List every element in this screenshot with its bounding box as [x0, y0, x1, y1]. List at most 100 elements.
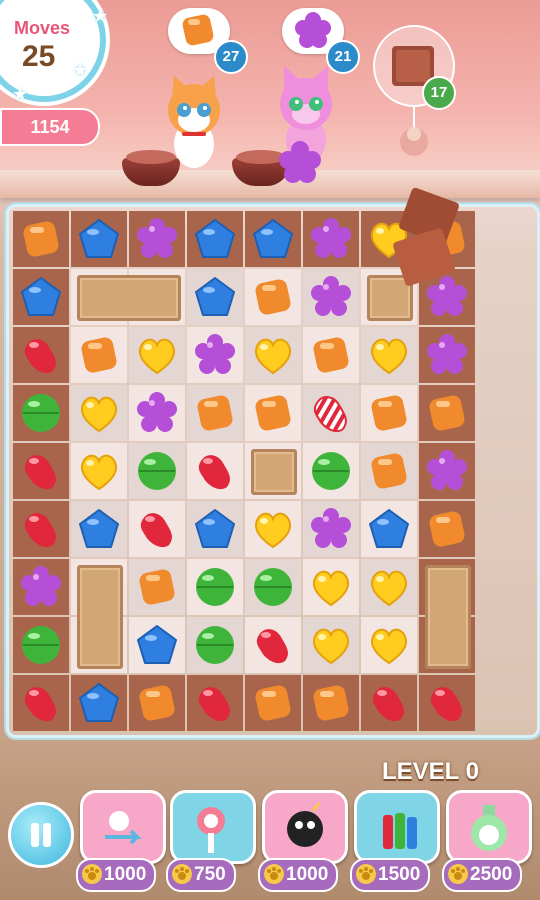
orange-candy-icon [255, 685, 291, 721]
board-cell[interactable] [71, 385, 127, 441]
board-cell[interactable] [245, 675, 301, 731]
star-icon: ★ [72, 60, 89, 81]
yellow-candy-icon [371, 570, 407, 607]
booster-button[interactable] [170, 790, 256, 864]
flying-box-icon [393, 187, 459, 286]
lollipop-hammer-icon [197, 807, 225, 853]
booster-price-value: 2500 [470, 864, 513, 885]
board-cell[interactable] [303, 617, 359, 673]
green-candy-icon [312, 452, 350, 490]
booster-price-value: 1000 [286, 864, 329, 885]
purple-candy-icon [311, 276, 351, 316]
board-cell[interactable] [187, 211, 243, 267]
booster-button[interactable] [446, 790, 532, 864]
paw-coin-icon [356, 864, 376, 884]
board-cell[interactable] [13, 385, 69, 441]
board-cell[interactable] [361, 675, 417, 731]
board-cell[interactable] [303, 385, 359, 441]
yellow-candy-icon [371, 338, 407, 375]
board-cell[interactable] [13, 327, 69, 383]
booster-price-value: 1000 [104, 864, 147, 885]
green-candy-icon [22, 626, 60, 664]
board-cell[interactable] [245, 385, 301, 441]
board-cell[interactable] [361, 559, 417, 615]
orange-candy-icon [81, 337, 117, 373]
board-cell[interactable] [303, 559, 359, 615]
board-cell[interactable] [245, 501, 301, 557]
board-cell[interactable] [245, 211, 301, 267]
board-cell[interactable] [129, 675, 185, 731]
yellow-candy-icon [371, 628, 407, 665]
board-cell[interactable] [13, 559, 69, 615]
star-icon: ★ [92, 6, 109, 27]
board-cell[interactable] [419, 501, 475, 557]
orange-candy-icon [429, 395, 465, 431]
booster-price-value: 750 [194, 864, 226, 885]
board-cell[interactable] [187, 385, 243, 441]
board-cell[interactable] [71, 443, 127, 499]
booster-button[interactable] [262, 790, 348, 864]
board-cell[interactable] [71, 675, 127, 731]
star-icon: ★ [12, 84, 29, 105]
board-cell[interactable] [13, 269, 69, 325]
green-candy-icon [254, 568, 292, 606]
board-cell[interactable] [245, 269, 301, 325]
board-cell[interactable] [71, 211, 127, 267]
board-cell[interactable] [187, 269, 243, 325]
board-cell[interactable] [419, 675, 475, 731]
board-cell[interactable] [361, 501, 417, 557]
score-display: 1154 [0, 108, 100, 146]
board-cell[interactable] [187, 675, 243, 731]
booster-button[interactable] [354, 790, 440, 864]
booster-button[interactable] [80, 790, 166, 864]
yellow-candy-icon [139, 338, 175, 375]
red-candy-icon [24, 455, 56, 490]
board-cell[interactable] [187, 443, 243, 499]
board-cell[interactable] [419, 327, 475, 383]
board-cell[interactable] [13, 675, 69, 731]
board-cell[interactable] [303, 443, 359, 499]
board-cell[interactable] [129, 501, 185, 557]
green-candy-icon [138, 452, 176, 490]
board-cell[interactable] [71, 327, 127, 383]
board-cell[interactable] [129, 617, 185, 673]
board-cell[interactable] [129, 327, 185, 383]
board-cell[interactable] [303, 501, 359, 557]
board-cell[interactable] [361, 327, 417, 383]
board-cell[interactable] [303, 211, 359, 267]
blue-candy-icon [369, 509, 409, 548]
board-cell[interactable] [361, 443, 417, 499]
board-cell[interactable] [129, 385, 185, 441]
board-cell[interactable] [187, 501, 243, 557]
board-cell[interactable] [129, 443, 185, 499]
board-cell[interactable] [245, 327, 301, 383]
pause-button[interactable] [8, 802, 74, 868]
board-cell[interactable] [13, 211, 69, 267]
board-cell[interactable] [13, 617, 69, 673]
board-cell[interactable] [71, 501, 127, 557]
board-cell[interactable] [129, 211, 185, 267]
board-cell[interactable] [361, 617, 417, 673]
red-candy-icon [198, 687, 230, 722]
board-cell[interactable] [13, 501, 69, 557]
board-cell[interactable] [245, 559, 301, 615]
board-cell[interactable] [187, 617, 243, 673]
purple-candy-icon [311, 508, 351, 548]
board-cell[interactable] [303, 269, 359, 325]
board-cell[interactable] [245, 617, 301, 673]
board-cell[interactable] [187, 327, 243, 383]
board-cell[interactable] [361, 385, 417, 441]
board-cell[interactable] [129, 559, 185, 615]
purple-candy-icon [195, 334, 235, 374]
board-cell[interactable] [419, 385, 475, 441]
blue-candy-icon [79, 683, 119, 722]
yellow-candy-icon [81, 454, 117, 491]
board-cell[interactable] [13, 443, 69, 499]
board-cell[interactable] [187, 559, 243, 615]
orange-candy-icon [255, 279, 291, 315]
board-cell[interactable] [419, 443, 475, 499]
wooden-block [77, 565, 123, 669]
board-cell[interactable] [303, 675, 359, 731]
board-cell[interactable] [303, 327, 359, 383]
fireworks-booster-icon [383, 813, 417, 849]
